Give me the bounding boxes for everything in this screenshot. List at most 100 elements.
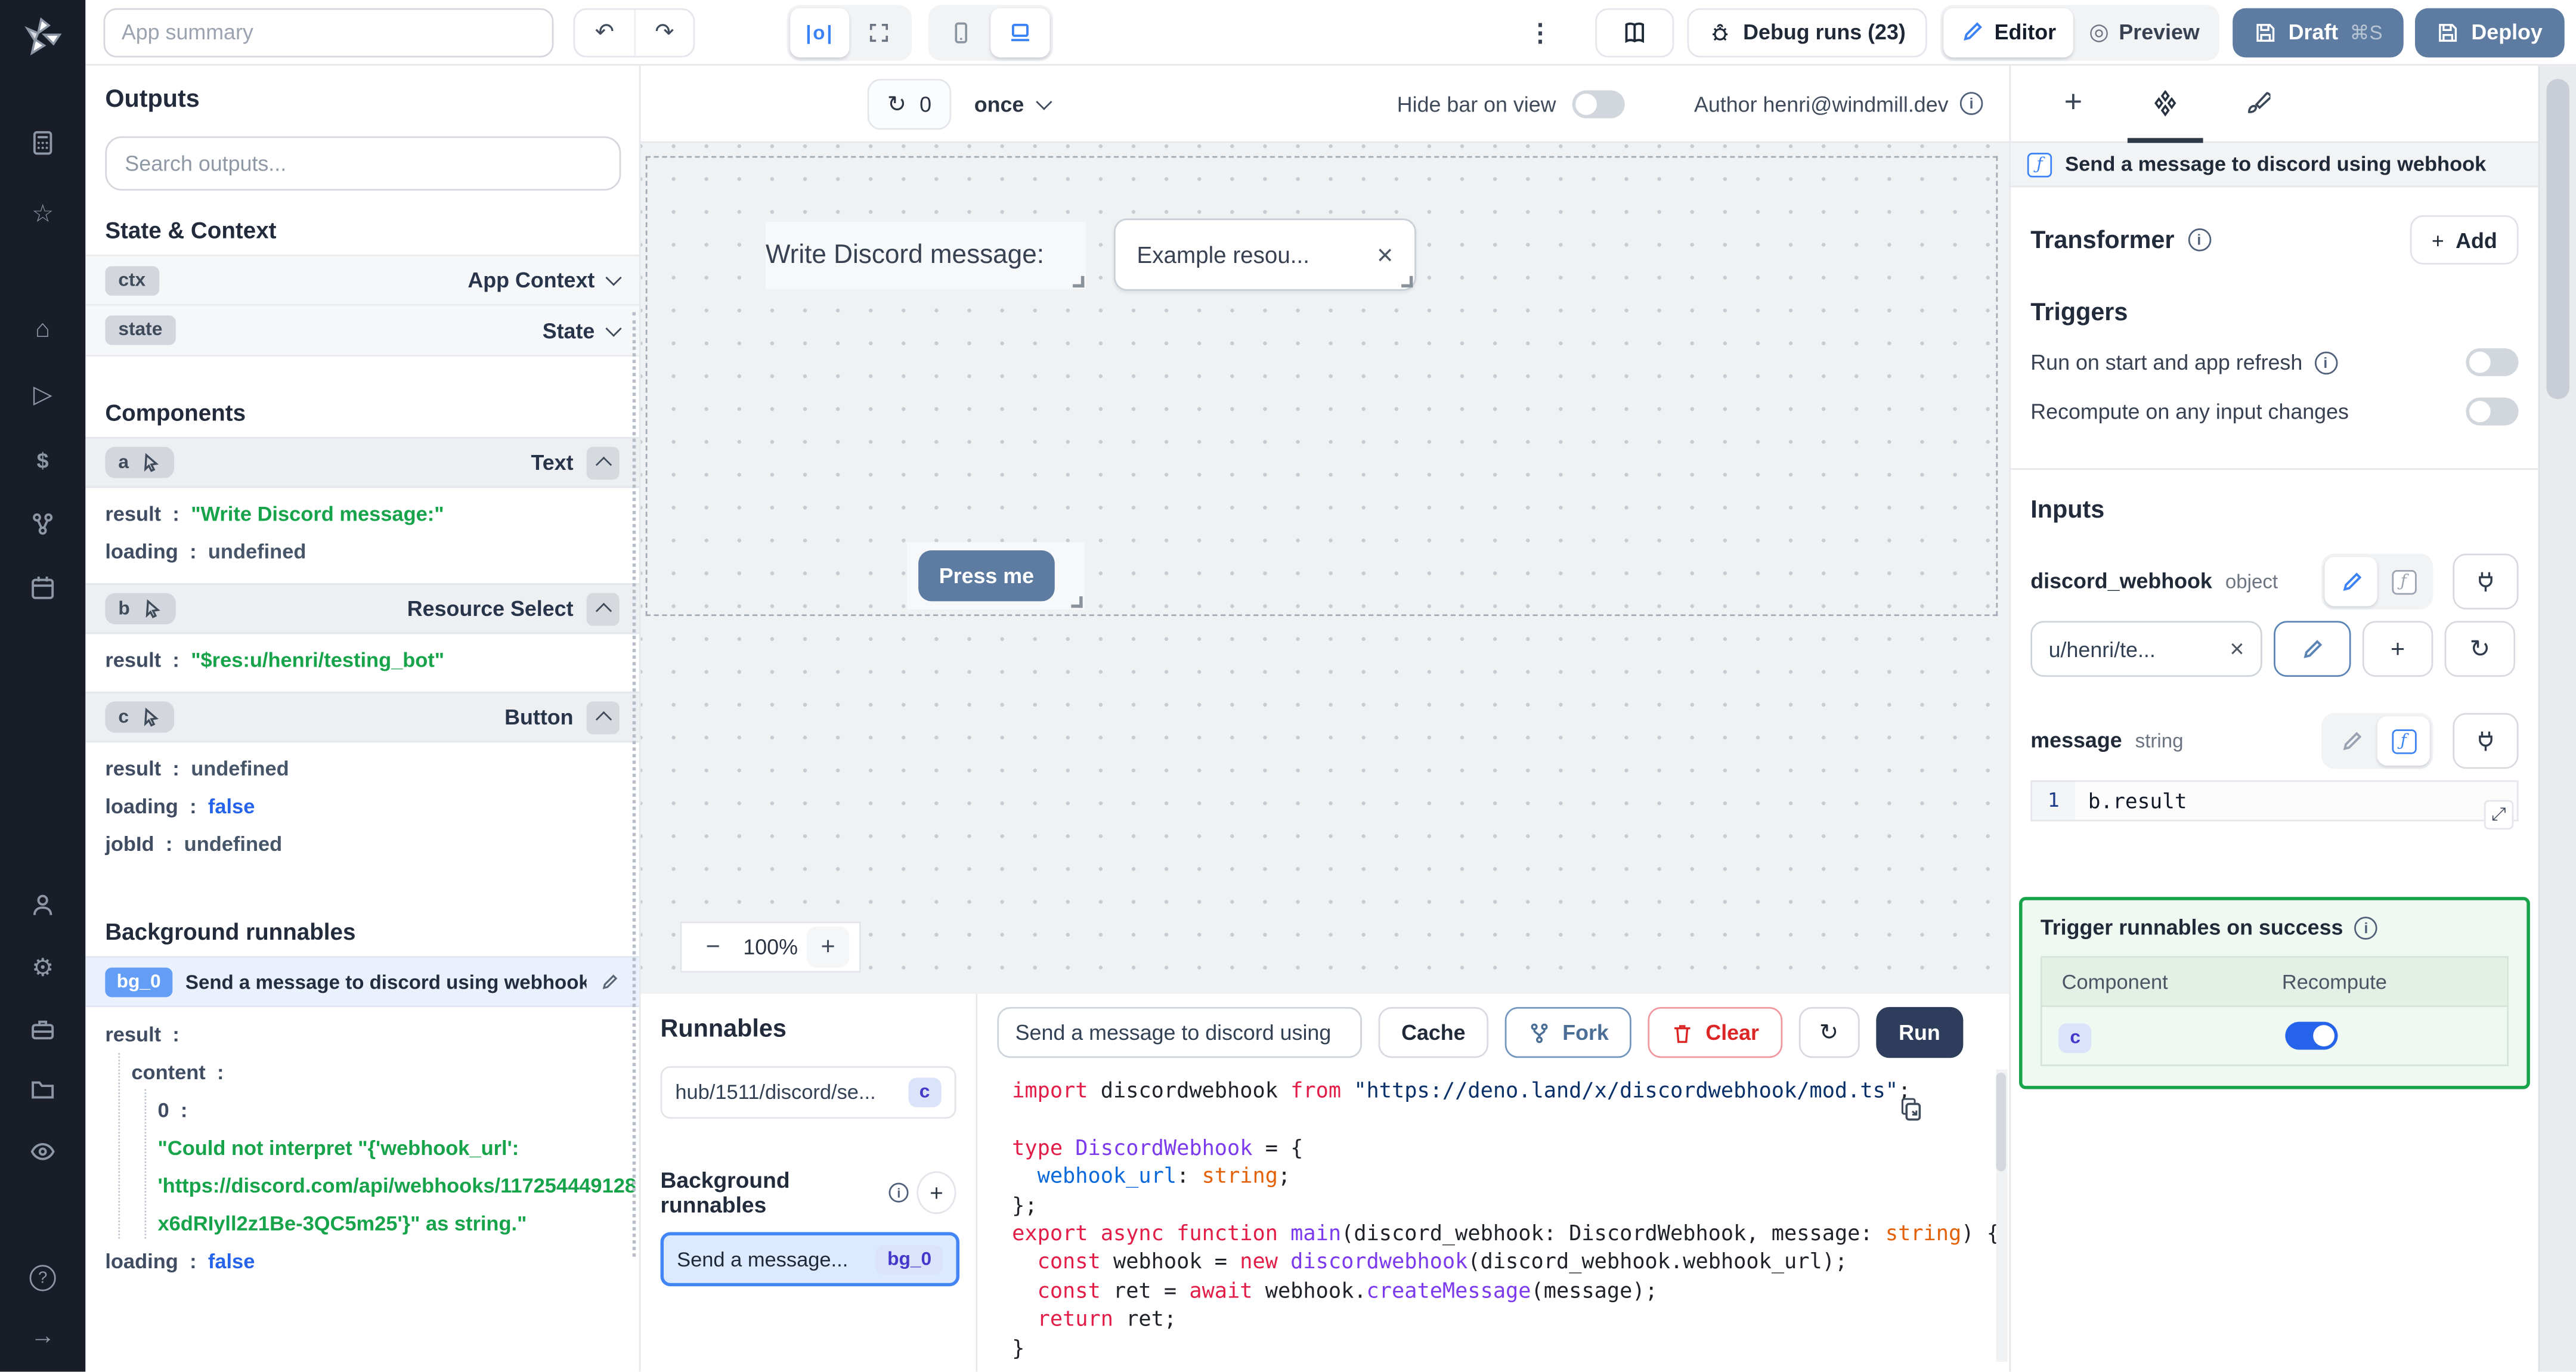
- bg0-header[interactable]: bg_0 Send a message to discord using web…: [85, 956, 639, 1007]
- sidebar-item-users[interactable]: [0, 887, 85, 924]
- panel-resize-handle[interactable]: [632, 312, 636, 1257]
- connect-input1-button[interactable]: [2453, 553, 2519, 610]
- resize-handle[interactable]: [1071, 596, 1083, 608]
- draft-button[interactable]: Draft ⌘S: [2232, 7, 2404, 57]
- collapse-c-button[interactable]: [586, 701, 620, 734]
- zoom-in-button[interactable]: +: [806, 926, 850, 968]
- tab-editor[interactable]: Editor: [1943, 7, 2073, 57]
- sidebar-item-runs[interactable]: ▷: [0, 376, 85, 413]
- sidebar-item-calculator[interactable]: [0, 125, 85, 161]
- resize-handle[interactable]: [1401, 275, 1413, 288]
- scrollbar-thumb[interactable]: [1996, 1073, 2006, 1172]
- refresh-mode-dropdown[interactable]: once: [974, 91, 1053, 116]
- sidebar-collapse[interactable]: →: [0, 1318, 85, 1354]
- debug-runs-button[interactable]: Debug runs (23): [1687, 7, 1927, 57]
- key-label[interactable]: 0: [157, 1092, 169, 1130]
- app-canvas[interactable]: Write Discord message: Example resou... …: [640, 143, 2010, 994]
- sidebar-item-home[interactable]: ⌂: [0, 311, 85, 347]
- add-resource-button[interactable]: +: [2362, 621, 2433, 677]
- undo-button[interactable]: ↶: [575, 9, 634, 55]
- sidebar-item-resources[interactable]: [0, 506, 85, 543]
- redo-button[interactable]: ↷: [634, 9, 693, 55]
- cache-button[interactable]: Cache: [1378, 1006, 1489, 1058]
- more-menu-button[interactable]: ⋮: [1528, 17, 1552, 47]
- resource-select-component[interactable]: Example resou... ×: [1113, 218, 1416, 291]
- tab-component-settings[interactable]: [2149, 87, 2182, 120]
- windmill-logo[interactable]: [18, 13, 67, 63]
- edit-pencil-icon[interactable]: [600, 972, 620, 992]
- chevron-down-icon[interactable]: [605, 270, 622, 286]
- info-icon[interactable]: i: [888, 1182, 909, 1203]
- static-mode-button[interactable]: [2324, 716, 2377, 766]
- run-button[interactable]: Run: [1875, 1006, 1964, 1058]
- resource-picker[interactable]: u/henri/te... ×: [2030, 621, 2262, 677]
- message-expression-editor[interactable]: 1 b.result ⤢: [2030, 780, 2519, 830]
- sidebar-item-audit[interactable]: [0, 1133, 85, 1170]
- component-c-header[interactable]: c Button: [85, 691, 639, 743]
- sidebar-item-variables[interactable]: $: [0, 442, 85, 478]
- key-label[interactable]: result: [105, 751, 161, 788]
- info-icon[interactable]: i: [2187, 228, 2211, 252]
- sidebar-item-settings[interactable]: ⚙: [0, 949, 85, 986]
- key-label[interactable]: loading: [105, 1244, 178, 1281]
- docs-button[interactable]: [1595, 7, 1674, 57]
- button-component[interactable]: Press me: [906, 542, 1085, 610]
- fork-button[interactable]: Fork: [1504, 1006, 1632, 1058]
- component-b-header[interactable]: b Resource Select: [85, 583, 639, 634]
- sidebar-item-folders[interactable]: [0, 1071, 85, 1107]
- script-name-input[interactable]: [997, 1006, 1362, 1058]
- eval-mode-button[interactable]: ƒ: [2377, 716, 2430, 766]
- info-icon[interactable]: i: [1959, 92, 1983, 115]
- component-a-header[interactable]: a Text: [85, 436, 639, 488]
- text-component[interactable]: Write Discord message:: [765, 221, 1086, 289]
- bg-runnable-item-selected[interactable]: Send a message... bg_0: [660, 1232, 959, 1287]
- sidebar-item-workers[interactable]: [0, 1012, 85, 1048]
- hide-bar-toggle[interactable]: [1572, 89, 1626, 117]
- tab-preview[interactable]: ◎ Preview: [2073, 7, 2216, 57]
- tab-insert-component[interactable]: +: [2057, 85, 2089, 120]
- clear-x-icon[interactable]: ×: [2230, 637, 2244, 661]
- resize-handle[interactable]: [1073, 275, 1085, 288]
- fullscreen-button[interactable]: [849, 7, 908, 57]
- recompute-c-toggle[interactable]: [2285, 1021, 2338, 1050]
- expand-editor-button[interactable]: ⤢: [2484, 800, 2514, 830]
- key-label[interactable]: result: [105, 496, 161, 534]
- mobile-view-button[interactable]: [931, 7, 990, 57]
- refresh-resource-button[interactable]: ↻: [2444, 621, 2516, 677]
- copy-icon[interactable]: [1897, 1096, 1924, 1122]
- runnable-item[interactable]: hub/1511/discord/se... c: [660, 1066, 956, 1119]
- code-editor[interactable]: import discordwebhook from "https://deno…: [977, 1069, 2009, 1362]
- desktop-view-button[interactable]: [990, 7, 1050, 57]
- clear-x-icon[interactable]: ×: [1377, 241, 1393, 269]
- key-label[interactable]: content: [131, 1055, 205, 1092]
- key-label[interactable]: loading: [105, 788, 178, 826]
- collapsed-panel-strip[interactable]: [2538, 66, 2576, 1372]
- state-row[interactable]: state State: [85, 305, 639, 357]
- refresh-count-button[interactable]: ↻ 0: [867, 78, 952, 129]
- collapse-b-button[interactable]: [586, 592, 620, 625]
- chevron-down-icon[interactable]: [605, 320, 622, 336]
- refresh-script-button[interactable]: ↻: [1798, 1006, 1860, 1058]
- eval-mode-button[interactable]: ƒ: [2377, 557, 2430, 606]
- info-icon[interactable]: i: [2354, 915, 2378, 939]
- zoom-out-button[interactable]: −: [692, 927, 735, 968]
- connect-input2-button[interactable]: [2453, 713, 2519, 769]
- code-scrollbar[interactable]: [1996, 1069, 2008, 1362]
- key-label[interactable]: jobId: [105, 826, 154, 864]
- center-align-button[interactable]: |o|: [790, 7, 850, 57]
- sidebar-item-help[interactable]: ?: [0, 1260, 85, 1296]
- press-me-button[interactable]: Press me: [918, 550, 1055, 602]
- sidebar-item-schedules[interactable]: [0, 570, 85, 606]
- scrollbar-thumb[interactable]: [2546, 79, 2569, 399]
- edit-resource-button[interactable]: [2274, 621, 2351, 677]
- key-label[interactable]: result: [105, 642, 161, 680]
- clear-button[interactable]: Clear: [1648, 1006, 1782, 1058]
- key-label[interactable]: loading: [105, 534, 178, 571]
- ctx-row[interactable]: ctx App Context: [85, 255, 639, 306]
- add-transformer-button[interactable]: + Add: [2410, 215, 2519, 265]
- sidebar-item-favorites[interactable]: ☆: [0, 196, 85, 232]
- info-icon[interactable]: i: [2314, 351, 2337, 374]
- key-label[interactable]: result: [105, 1017, 161, 1054]
- static-mode-button[interactable]: [2324, 556, 2377, 606]
- collapse-a-button[interactable]: [586, 446, 620, 479]
